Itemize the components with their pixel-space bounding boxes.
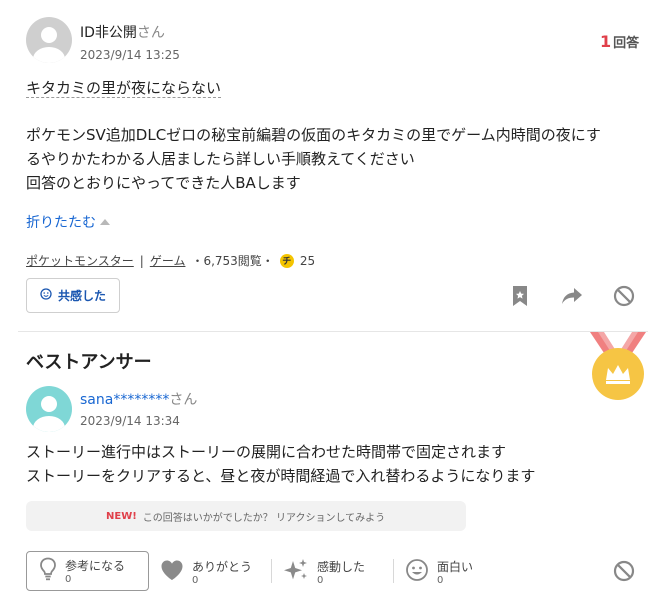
- bookmark-button[interactable]: [507, 283, 533, 309]
- question-meta: ポケットモンスター | ゲーム ・6,753閲覧・ チ 25: [26, 252, 315, 269]
- answerer-avatar: [26, 386, 72, 432]
- category-link[interactable]: ポケットモンスター: [26, 252, 134, 269]
- reaction-count: 0: [437, 575, 444, 586]
- asker-name[interactable]: ID非公開さん: [80, 22, 165, 42]
- reaction-count: 0: [192, 575, 199, 586]
- report-answer-button[interactable]: [611, 558, 637, 584]
- reaction-moved-button[interactable]: 感動した 0: [283, 555, 365, 589]
- prohibit-icon: [613, 285, 635, 307]
- empathy-button[interactable]: 共感した: [26, 278, 120, 313]
- fold-toggle[interactable]: 折りたたむ: [26, 212, 110, 232]
- question-title: キタカミの里が夜にならない: [26, 79, 222, 98]
- section-divider: [18, 331, 648, 332]
- answer-body-line: ストーリーをクリアすると、昼と夜が時間経過で入れ替わるようになります: [26, 467, 536, 485]
- coin-icon: チ: [279, 253, 294, 268]
- question-body-line: るやりかたわかる人居ましたら詳しい手順教えてください: [26, 150, 415, 168]
- reaction-divider: [393, 559, 394, 583]
- answer-body-line: ストーリー進行中はストーリーの展開に合わせた時間帯で固定されます: [26, 443, 507, 461]
- reaction-helpful-button[interactable]: 参考になる 0: [26, 551, 149, 591]
- answerer-name[interactable]: sana********さん: [80, 389, 197, 409]
- question-body-line: 回答のとおりにやってできた人BAします: [26, 174, 301, 192]
- question-body-line: ポケモンSV追加DLCゼロの秘宝前編碧の仮面のキタカミの里でゲーム内時間の夜にす: [26, 126, 601, 144]
- reaction-label: 面白い: [437, 560, 474, 574]
- reaction-prompt: NEW! この回答はいかがでしたか？ リアクションしてみよう: [26, 501, 466, 531]
- asker-avatar: [26, 17, 72, 63]
- answer-count[interactable]: 1 回答: [600, 32, 639, 51]
- share-arrow-icon: [562, 288, 582, 304]
- heart-icon: [160, 559, 184, 585]
- reaction-label: 参考になる: [65, 559, 126, 573]
- answer-body: ストーリー進行中はストーリーの展開に合わせた時間帯で固定されます ストーリーをク…: [26, 440, 656, 488]
- category-link[interactable]: ゲーム: [150, 252, 186, 269]
- reaction-label: 感動した: [317, 560, 366, 574]
- best-answer-heading: ベストアンサー: [26, 352, 152, 373]
- reaction-divider: [271, 559, 272, 583]
- category-separator: |: [139, 253, 144, 268]
- new-badge: NEW!: [106, 510, 137, 522]
- question-date: 2023/9/14 13:25: [80, 48, 180, 62]
- reaction-count: 0: [317, 575, 324, 586]
- medal-icon: [584, 332, 652, 402]
- lightbulb-icon: [39, 557, 57, 585]
- bookmark-icon: [513, 286, 527, 306]
- smile-icon: [405, 558, 429, 586]
- report-button[interactable]: [611, 283, 637, 309]
- reaction-thanks-button[interactable]: ありがとう 0: [160, 555, 252, 589]
- chevron-up-icon: [100, 219, 110, 225]
- reaction-count: 0: [65, 574, 72, 585]
- prohibit-icon: [613, 560, 635, 582]
- question-body: ポケモンSV追加DLCゼロの秘宝前編碧の仮面のキタカミの里でゲーム内時間の夜にす…: [26, 123, 656, 195]
- view-count: ・6,753閲覧・: [191, 254, 274, 268]
- reaction-funny-button[interactable]: 面白い 0: [405, 555, 473, 589]
- reaction-prompt-text: この回答はいかがでしたか？ リアクションしてみよう: [142, 512, 386, 524]
- answer-date: 2023/9/14 13:34: [80, 414, 180, 428]
- sparkle-icon: [283, 558, 309, 586]
- coin-amount: 25: [299, 253, 316, 268]
- smile-icon: [40, 288, 52, 303]
- reaction-label: ありがとう: [192, 560, 253, 574]
- share-button[interactable]: [559, 283, 585, 309]
